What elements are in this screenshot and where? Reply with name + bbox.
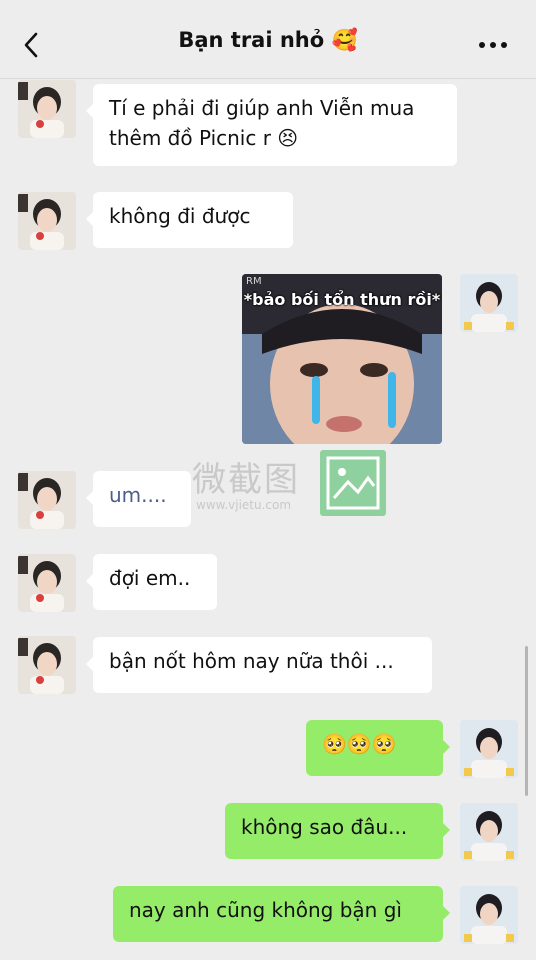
message-text: 🥺🥺🥺 <box>322 732 397 756</box>
message-bubble-outgoing[interactable]: nay anh cũng không bận gì <box>113 886 450 942</box>
contact-avatar[interactable] <box>18 80 76 138</box>
message-bubble-incoming[interactable]: bận nốt hôm nay nữa thôi ... <box>86 637 432 693</box>
message-bubble-incoming[interactable]: Tí e phải đi giúp anh Viễn mua thêm đồ P… <box>86 84 457 166</box>
message-text: thêm đồ Picnic r 😣 <box>109 126 299 150</box>
message-bubble-incoming[interactable]: không đi được <box>86 192 293 248</box>
sticker-image[interactable]: RM *bảo bối tổn thưn rồi* <box>242 274 442 444</box>
more-dots-icon[interactable] <box>478 40 508 50</box>
contact-avatar[interactable] <box>18 554 76 612</box>
scrollbar[interactable] <box>525 646 528 796</box>
chat-title: Bạn trai nhỏ 🥰 <box>178 28 358 52</box>
message-text: um.... <box>109 483 167 507</box>
sticker-corner-mark: RM <box>246 276 262 287</box>
contact-avatar[interactable] <box>18 636 76 694</box>
message-bubble-outgoing[interactable]: 🥺🥺🥺 <box>306 720 450 776</box>
message-text: Tí e phải đi giúp anh Viễn mua <box>109 96 415 120</box>
message-text: nay anh cũng không bận gì <box>129 898 402 922</box>
message-text: bận nốt hôm nay nữa thôi ... <box>109 649 394 673</box>
message-bubble-outgoing[interactable]: không sao đâu... <box>225 803 450 859</box>
watermark-url: www.vjietu.com <box>196 498 292 512</box>
message-bubble-incoming[interactable]: um.... <box>86 471 191 527</box>
self-avatar[interactable] <box>460 886 518 944</box>
watermark-text: 微截图 <box>192 460 300 500</box>
contact-avatar[interactable] <box>18 192 76 250</box>
contact-avatar[interactable] <box>18 471 76 529</box>
message-text: không đi được <box>109 204 251 228</box>
self-avatar[interactable] <box>460 803 518 861</box>
message-text: không sao đâu... <box>241 815 408 839</box>
self-avatar[interactable] <box>460 274 518 332</box>
message-bubble-incoming[interactable]: đợi em.. <box>86 554 217 610</box>
watermark-logo-icon <box>320 450 386 516</box>
message-text: đợi em.. <box>109 566 191 590</box>
watermark: 微截图 www.vjietu.com <box>192 450 392 518</box>
self-avatar[interactable] <box>460 720 518 778</box>
sticker-caption: *bảo bối tổn thưn rồi* <box>243 290 441 309</box>
chat-header: Bạn trai nhỏ 🥰 <box>0 0 536 79</box>
